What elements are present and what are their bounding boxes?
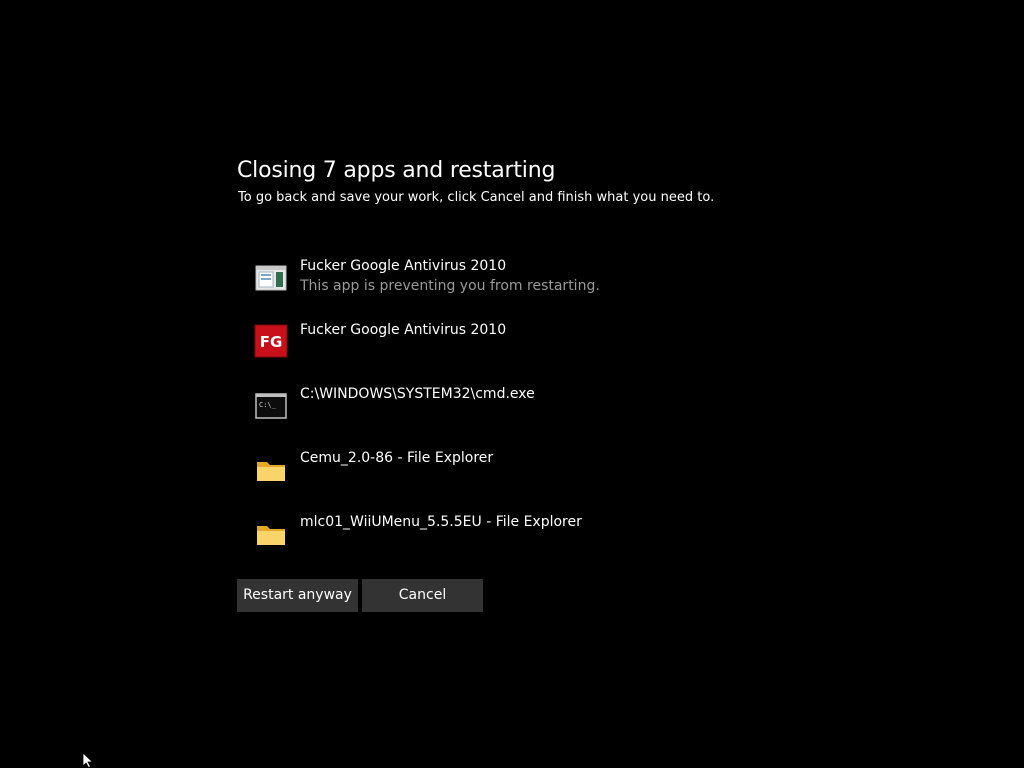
mouse-cursor-icon (82, 752, 94, 768)
app-name: Fucker Google Antivirus 2010 (300, 258, 507, 274)
restart-anyway-button[interactable]: Restart anyway (237, 579, 358, 612)
app-text: mlc01_WiiUMenu_5.5.5EU - File Explorer (300, 512, 582, 532)
app-list-item: mlc01_WiiUMenu_5.5.5EU - File Explorer (254, 512, 774, 576)
app-list-item: FG Fucker Google Antivirus 2010 (254, 320, 774, 384)
folder-icon (257, 526, 285, 545)
app-list-item: Fucker Google Antivirus 2010 This app is… (254, 256, 774, 320)
command-prompt-icon: C:\_ (255, 393, 287, 419)
folder-icon (257, 462, 285, 481)
app-status: This app is preventing you from restarti… (300, 278, 600, 294)
app-text: Fucker Google Antivirus 2010 This app is… (300, 256, 600, 296)
app-window-icon (255, 265, 287, 291)
app-text: Cemu_2.0-86 - File Explorer (300, 448, 493, 468)
fg-logo-text: FG (260, 333, 283, 351)
fg-logo-icon: FG (254, 324, 288, 358)
dialog-title: Closing 7 apps and restarting (237, 158, 556, 183)
restart-screen: Closing 7 apps and restarting To go back… (0, 0, 1024, 768)
app-text: C:\WINDOWS\SYSTEM32\cmd.exe (300, 384, 535, 404)
cmd-prompt-text: C:\_ (259, 401, 277, 409)
app-list-item: C:\_ C:\WINDOWS\SYSTEM32\cmd.exe (254, 384, 774, 448)
cancel-button[interactable]: Cancel (362, 579, 483, 612)
app-list: Fucker Google Antivirus 2010 This app is… (254, 256, 774, 576)
app-name: C:\WINDOWS\SYSTEM32\cmd.exe (300, 386, 535, 402)
dialog-subtitle: To go back and save your work, click Can… (238, 190, 715, 205)
app-text: Fucker Google Antivirus 2010 (300, 320, 506, 340)
app-name: mlc01_WiiUMenu_5.5.5EU - File Explorer (300, 514, 582, 530)
app-name: Fucker Google Antivirus 2010 (300, 322, 507, 338)
app-name: Cemu_2.0-86 - File Explorer (300, 450, 494, 466)
app-list-item: Cemu_2.0-86 - File Explorer (254, 448, 774, 512)
